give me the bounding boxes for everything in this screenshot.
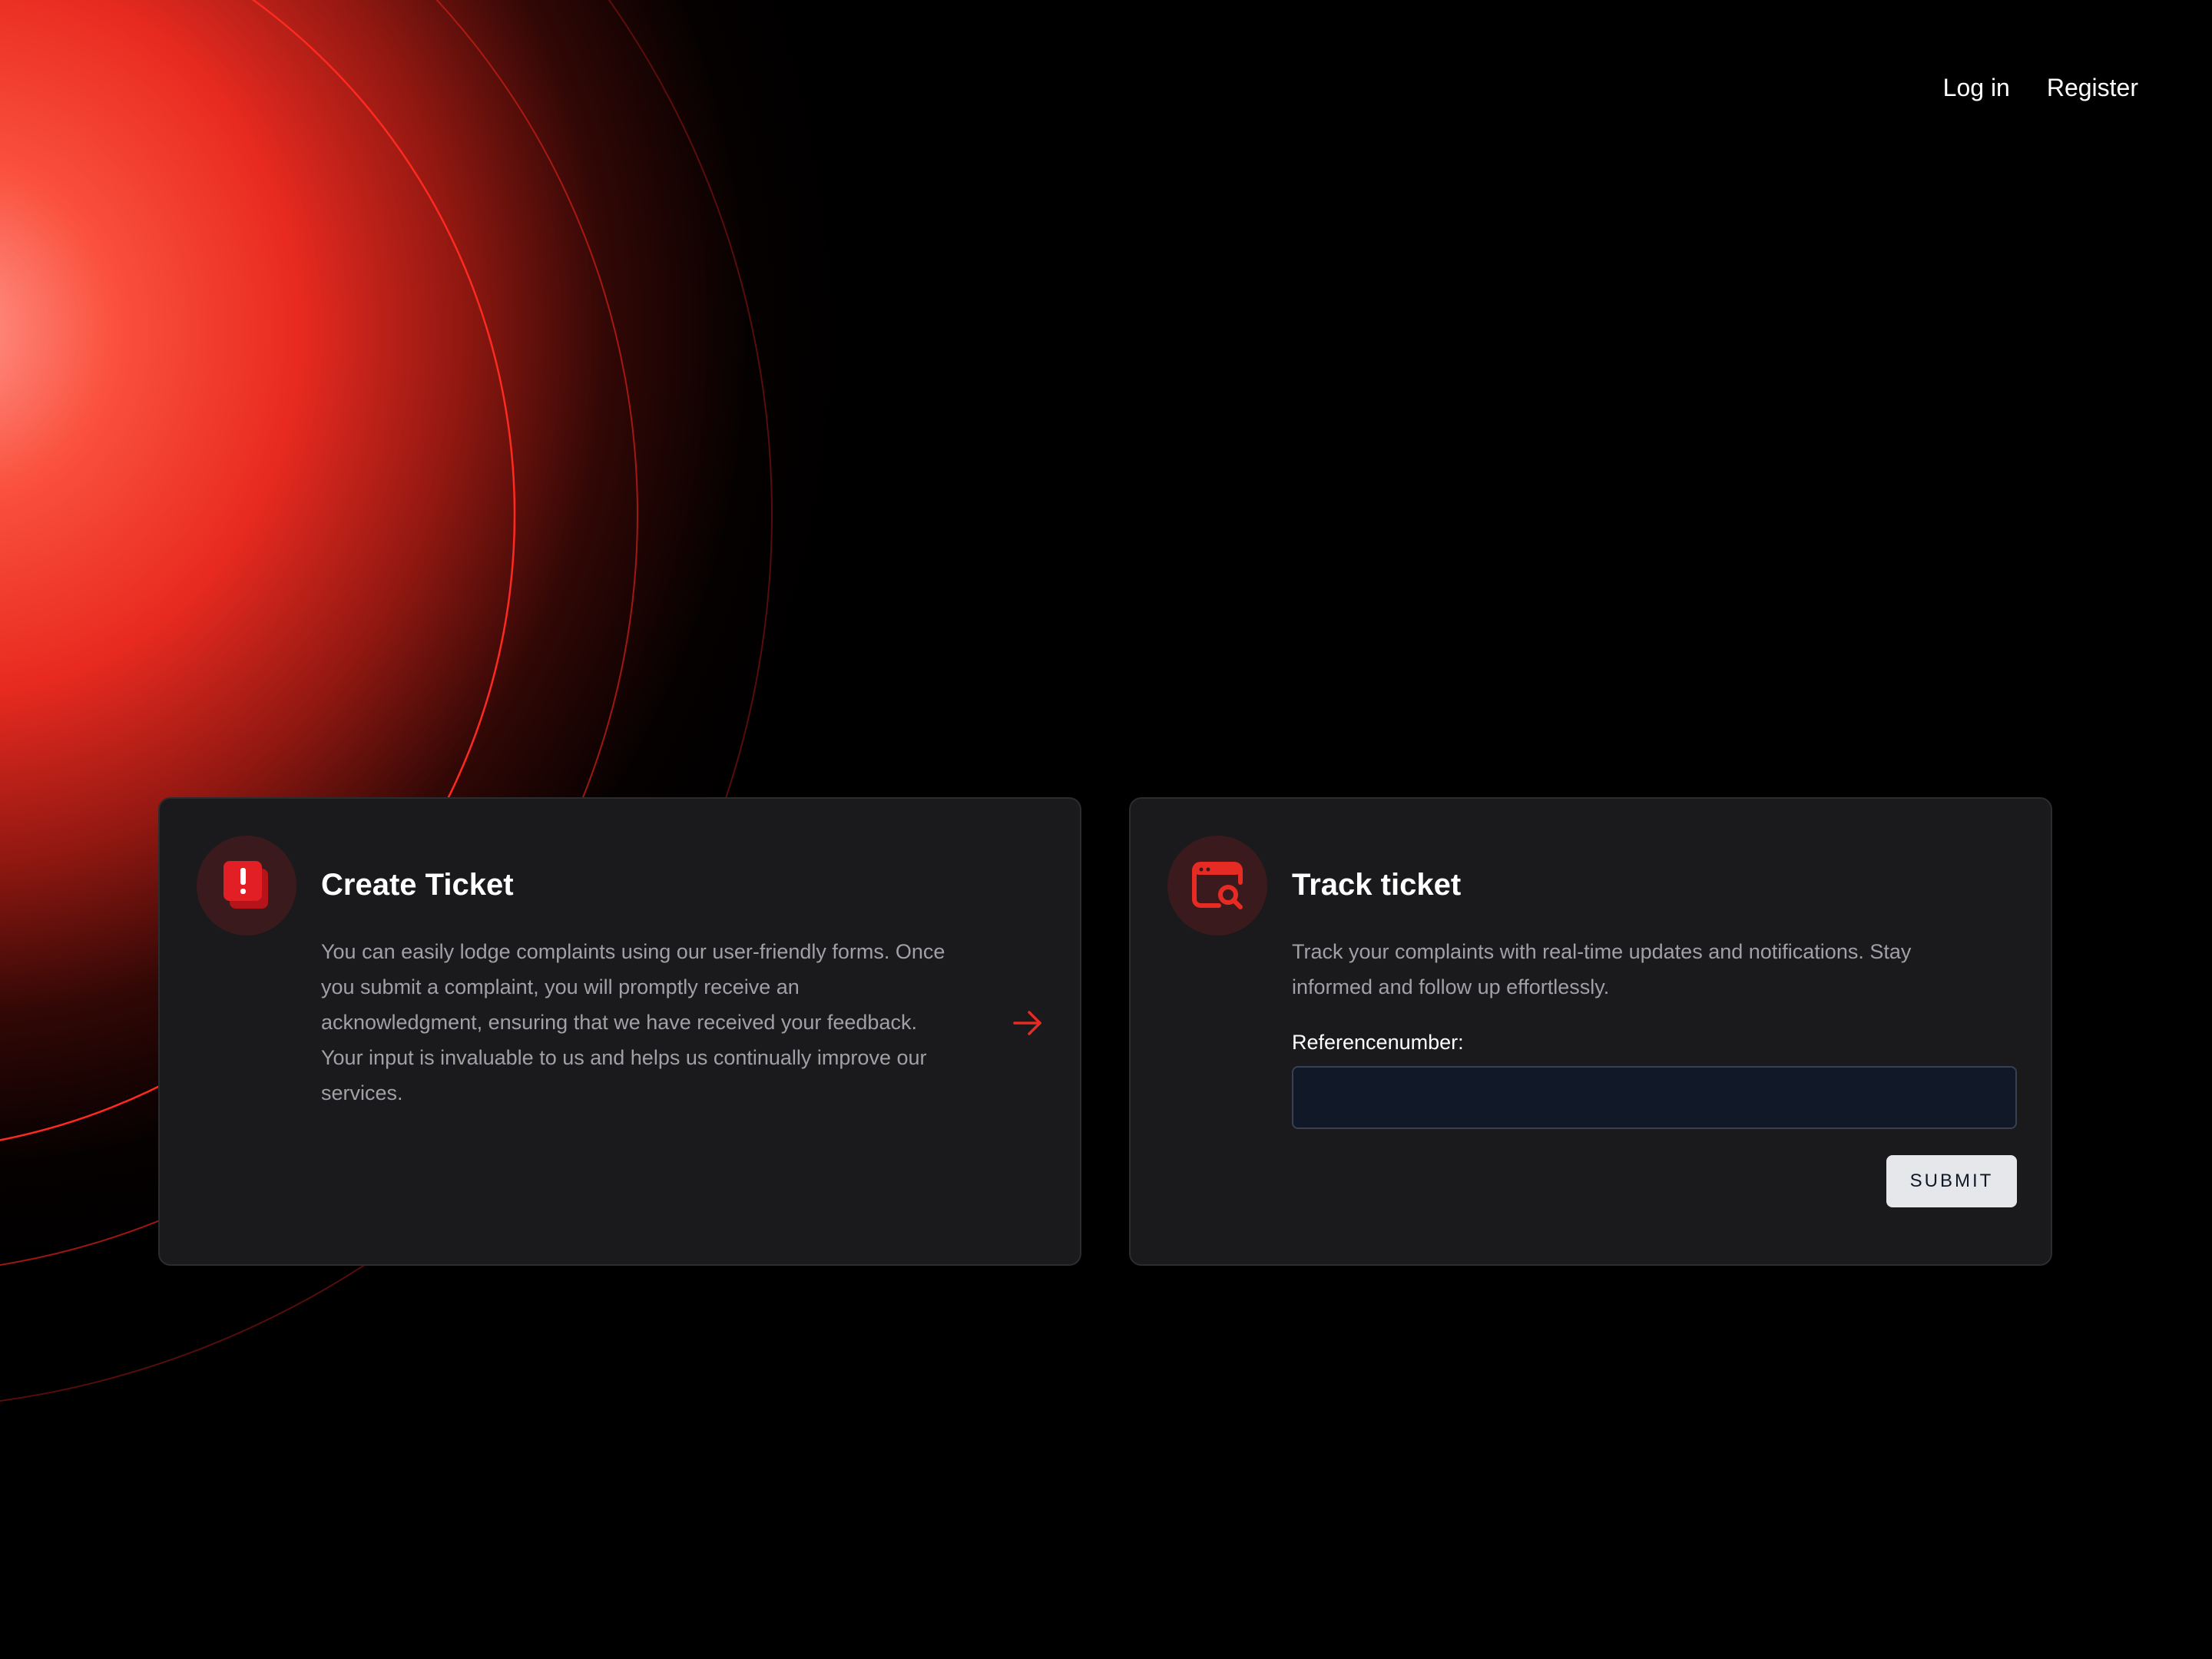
- track-ticket-icon-badge: [1167, 836, 1267, 935]
- submit-button[interactable]: SUBMIT: [1886, 1155, 2017, 1207]
- login-link[interactable]: Log in: [1943, 74, 2010, 102]
- top-nav: Log in Register: [1943, 74, 2138, 102]
- track-ticket-title: Track ticket: [1292, 868, 1462, 902]
- alert-document-icon: [224, 861, 268, 909]
- register-link[interactable]: Register: [2047, 74, 2138, 102]
- create-ticket-card: Create Ticket You can easily lodge compl…: [158, 797, 1081, 1266]
- track-ticket-description: Track your complaints with real-time upd…: [1292, 940, 1912, 998]
- track-ticket-card: Track ticket Track your complaints with …: [1129, 797, 2052, 1266]
- reference-number-label: Referencenumber:: [1292, 1031, 1464, 1054]
- create-ticket-title: Create Ticket: [321, 868, 514, 902]
- create-ticket-icon-badge: [197, 836, 296, 935]
- reference-number-input[interactable]: [1292, 1066, 2017, 1129]
- browser-search-icon: [1192, 862, 1243, 909]
- arrow-right-icon[interactable]: [1011, 1006, 1045, 1040]
- create-ticket-description: You can easily lodge complaints using ou…: [321, 940, 945, 1104]
